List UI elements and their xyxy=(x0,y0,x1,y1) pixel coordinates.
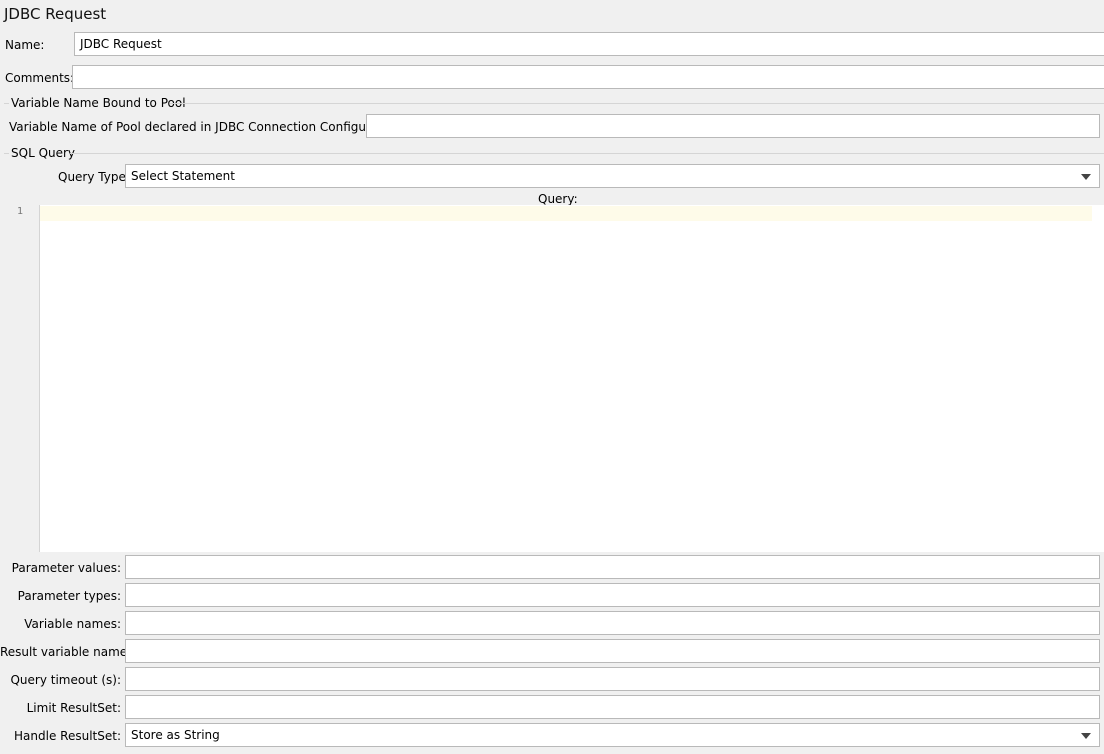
name-label: Name: xyxy=(5,38,45,52)
handle-resultset-value: Store as String xyxy=(131,728,220,742)
query-timeout-field[interactable] xyxy=(125,667,1100,691)
chevron-down-icon[interactable] xyxy=(1081,733,1091,739)
pool-section-title: Variable Name Bound to Pool xyxy=(11,96,186,110)
parameter-values-field[interactable] xyxy=(125,555,1100,579)
limit-resultset-label: Limit ResultSet: xyxy=(26,701,121,715)
pool-name-label: Variable Name of Pool declared in JDBC C… xyxy=(9,120,406,134)
parameter-values-label: Parameter values: xyxy=(11,561,121,575)
parameter-types-field[interactable] xyxy=(125,583,1100,607)
query-type-select[interactable]: Select Statement xyxy=(125,164,1100,188)
sql-section-divider xyxy=(70,153,1104,154)
variable-names-label: Variable names: xyxy=(24,617,121,631)
line-number: 1 xyxy=(17,206,24,217)
pool-section-divider xyxy=(170,103,1104,104)
handle-resultset-label: Handle ResultSet: xyxy=(14,729,121,743)
result-variable-name-field[interactable] xyxy=(125,639,1100,663)
current-line-highlight xyxy=(40,206,1092,221)
sql-section-title: SQL Query xyxy=(11,146,76,160)
sql-section-divider-left xyxy=(4,153,9,154)
panel-title: JDBC Request xyxy=(4,5,107,23)
query-type-label: Query Type: xyxy=(58,170,130,184)
query-type-value: Select Statement xyxy=(131,169,235,183)
comments-field[interactable] xyxy=(72,65,1104,89)
limit-resultset-field[interactable] xyxy=(125,695,1100,719)
name-field[interactable]: JDBC Request xyxy=(74,32,1104,56)
parameter-types-label: Parameter types: xyxy=(17,589,121,603)
comments-label: Comments: xyxy=(5,71,75,85)
pool-section-divider-left xyxy=(4,103,9,104)
query-editor[interactable] xyxy=(40,205,1104,552)
editor-gutter xyxy=(0,205,40,552)
query-label: Query: xyxy=(538,192,578,206)
chevron-down-icon[interactable] xyxy=(1081,174,1091,180)
pool-name-field[interactable] xyxy=(366,114,1100,138)
query-timeout-label: Query timeout (s): xyxy=(10,673,121,687)
result-variable-name-label: Result variable name: xyxy=(0,645,132,659)
variable-names-field[interactable] xyxy=(125,611,1100,635)
handle-resultset-select[interactable]: Store as String xyxy=(125,723,1100,747)
